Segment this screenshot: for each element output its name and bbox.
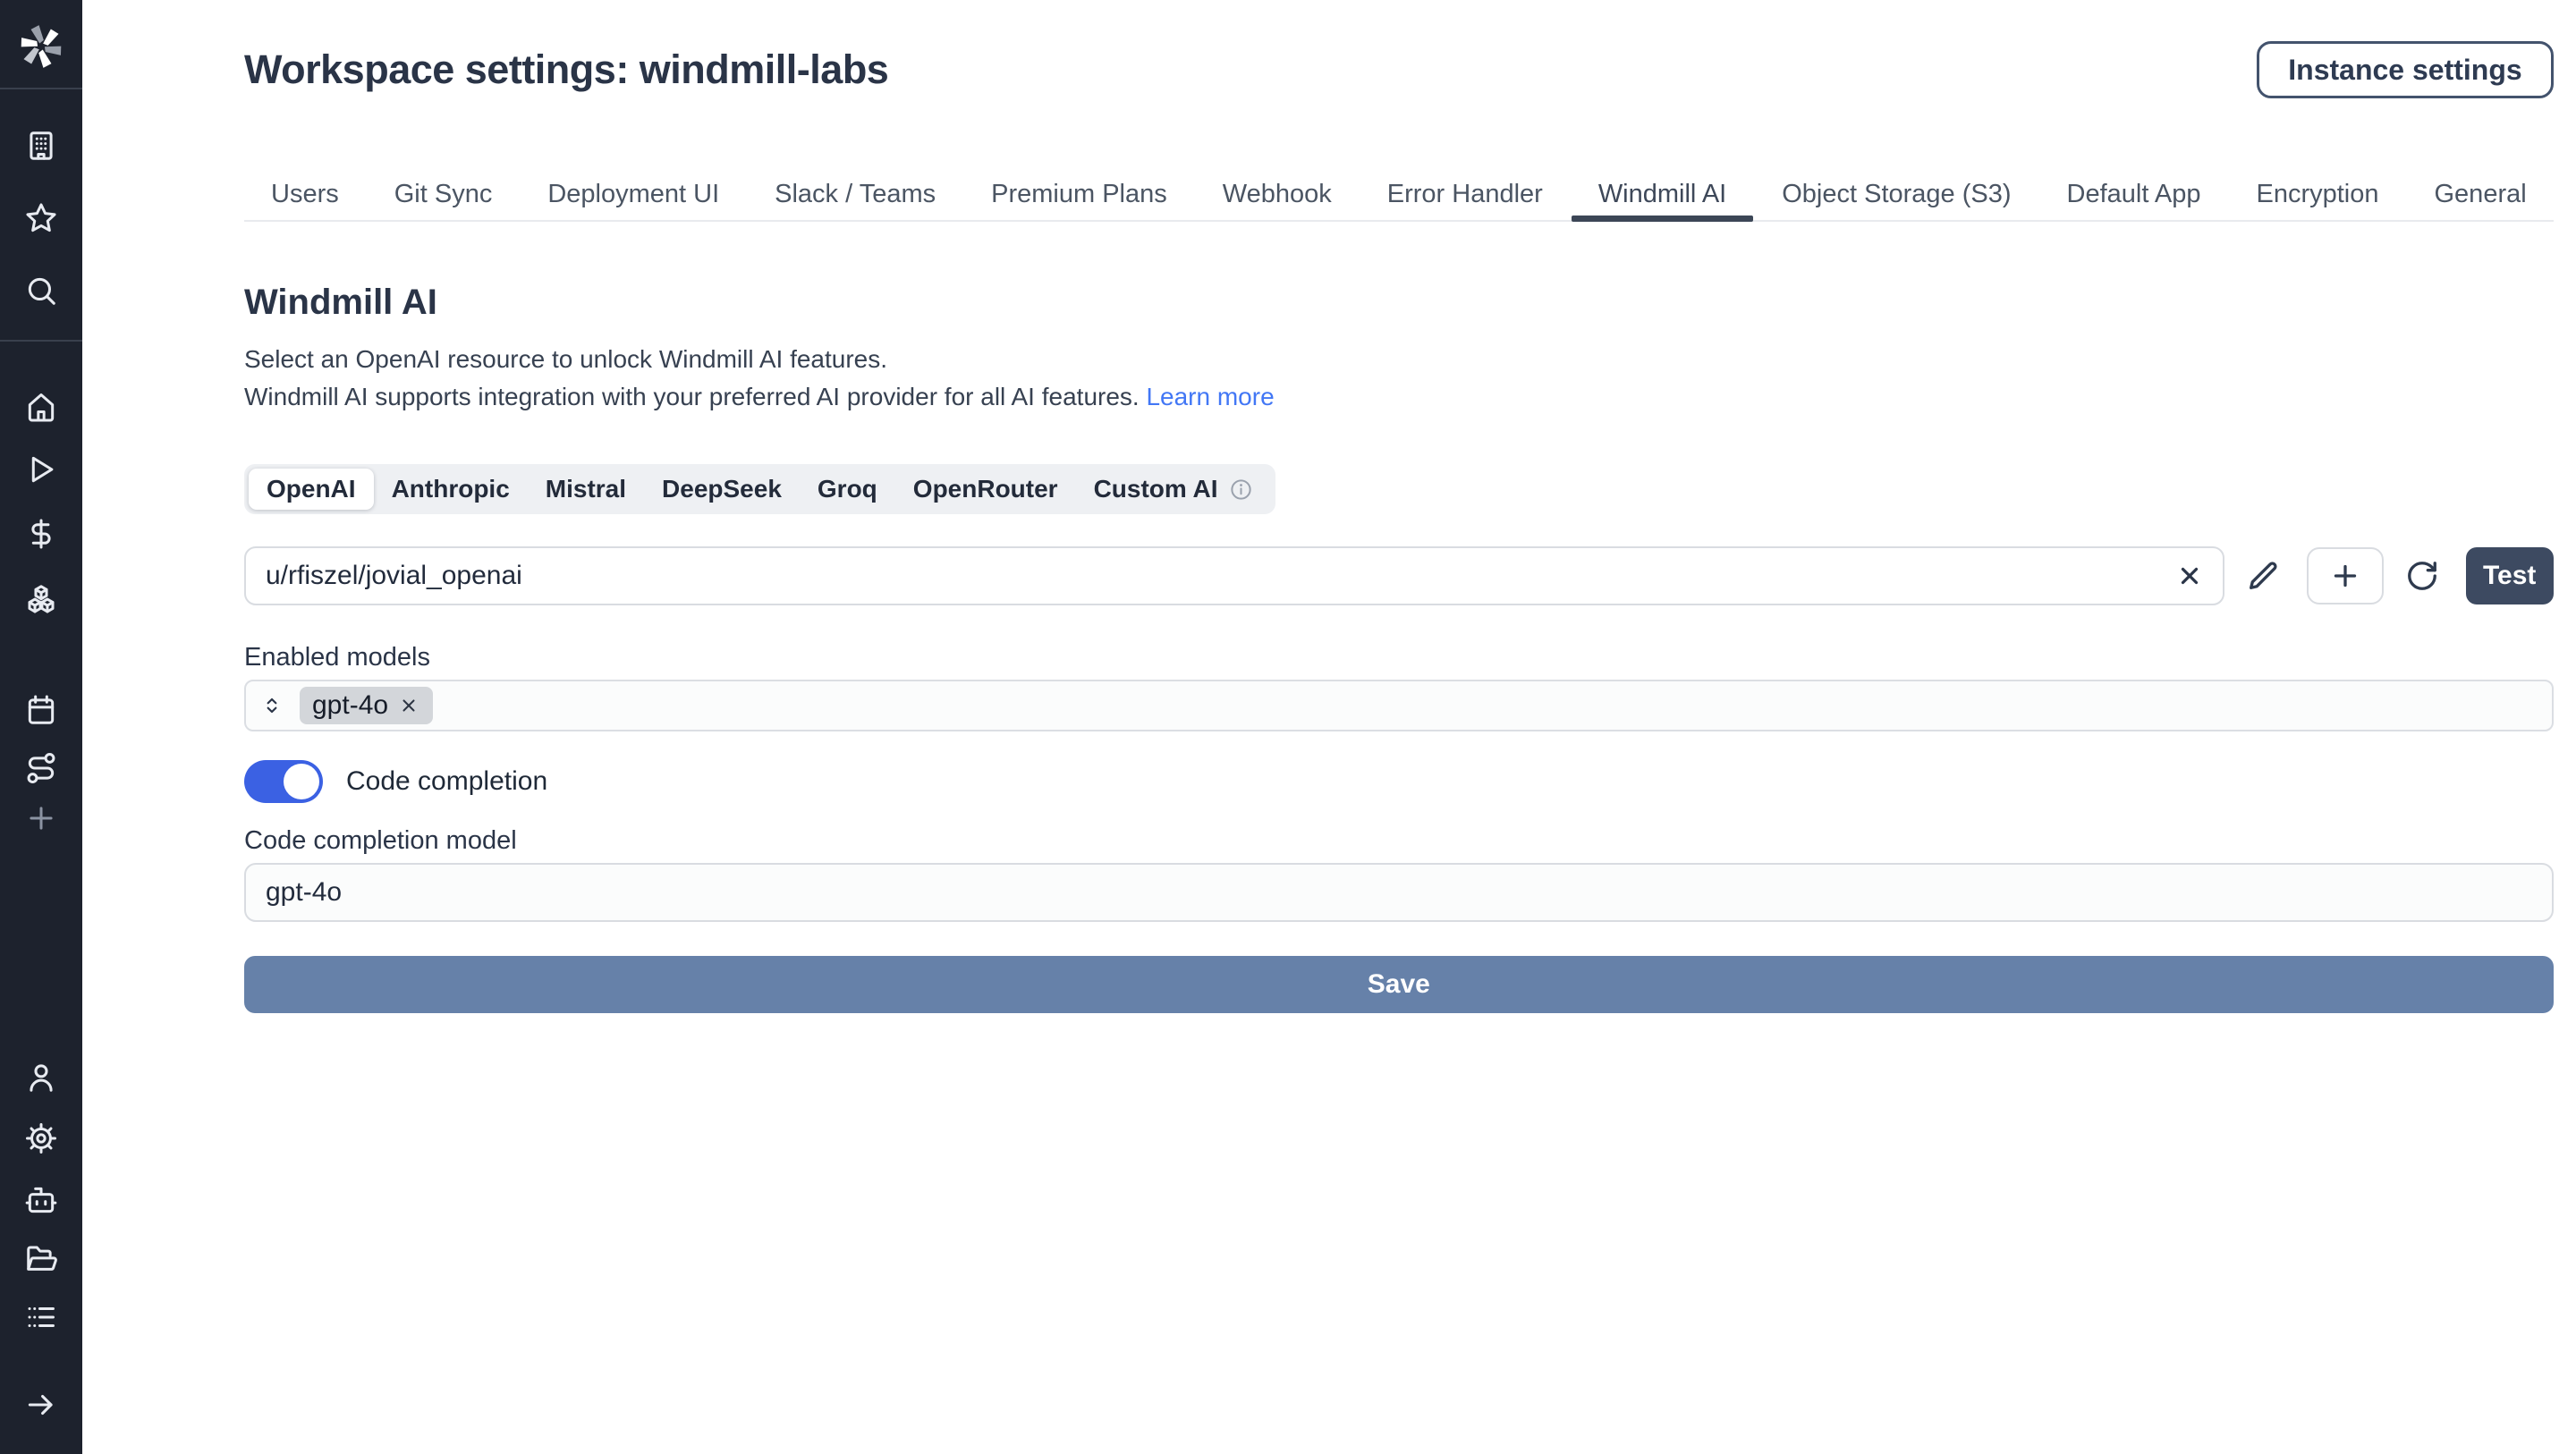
search-icon[interactable] [23,273,59,309]
provider-tab-label: Mistral [546,475,626,503]
provider-tab-anthropic[interactable]: Anthropic [374,469,528,510]
code-completion-label: Code completion [346,766,547,797]
tab-error-handler[interactable]: Error Handler [1360,168,1570,220]
sidebar-divider [0,88,82,89]
section-description: Select an OpenAI resource to unlock Wind… [244,341,2554,416]
tab-webhook[interactable]: Webhook [1196,168,1359,220]
tab-windmill-ai[interactable]: Windmill AI [1572,168,1753,220]
description-line-2: Windmill AI supports integration with yo… [244,378,2554,416]
add-resource-button[interactable] [2307,547,2384,604]
info-icon [1229,478,1253,502]
provider-tab-openai[interactable]: OpenAI [249,469,374,510]
provider-tab-label: OpenAI [267,475,356,503]
code-completion-model-input[interactable] [244,863,2554,922]
settings-tabs: UsersGit SyncDeployment UISlack / TeamsP… [244,168,2554,222]
usage-dollar-icon[interactable] [23,516,59,552]
toggle-knob [284,764,319,799]
tab-deployment-ui[interactable]: Deployment UI [521,168,746,220]
provider-tab-mistral[interactable]: Mistral [528,469,644,510]
clear-resource-icon[interactable] [2176,560,2208,592]
home-icon[interactable] [23,389,59,425]
provider-tab-label: OpenRouter [913,475,1058,503]
tab-git-sync[interactable]: Git Sync [368,168,520,220]
flows-route-icon[interactable] [23,750,59,786]
model-tag-gpt-4o: gpt-4o [300,687,433,724]
tab-general[interactable]: General [2408,168,2554,220]
enabled-models-label: Enabled models [244,643,2554,672]
tab-object-storage-s3[interactable]: Object Storage (S3) [1755,168,2038,220]
schedules-calendar-icon[interactable] [23,692,59,728]
resource-row: Test [244,546,2554,605]
refresh-icon[interactable] [2405,556,2445,596]
tab-default-app[interactable]: Default App [2040,168,2228,220]
workspace-icon[interactable] [23,128,59,164]
sidebar [0,0,82,1454]
provider-tabs: OpenAI Anthropic Mistral DeepSeek Groq OpenRo… [244,464,1275,514]
windmill-logo[interactable] [18,23,64,70]
audit-list-icon[interactable] [23,1299,59,1335]
enabled-models-multiselect[interactable]: gpt-4o [244,680,2554,731]
add-plus-icon[interactable] [23,800,59,836]
remove-tag-icon[interactable] [399,695,420,716]
tab-slack-teams[interactable]: Slack / Teams [748,168,962,220]
provider-tab-groq[interactable]: Groq [800,469,895,510]
edit-pencil-icon[interactable] [2246,556,2285,596]
provider-tab-custom-ai[interactable]: Custom AI [1076,469,1271,510]
provider-tab-openrouter[interactable]: OpenRouter [895,469,1076,510]
model-tags: gpt-4o [300,687,433,724]
section-heading: Windmill AI [244,283,2554,323]
provider-tab-deepseek[interactable]: DeepSeek [644,469,800,510]
favorites-star-icon[interactable] [23,200,59,236]
learn-more-link[interactable]: Learn more [1146,383,1274,410]
provider-tab-label: Custom AI [1094,475,1218,503]
tab-premium-plans[interactable]: Premium Plans [964,168,1194,220]
sidebar-divider [0,340,82,342]
provider-tab-label: Groq [818,475,877,503]
resource-input[interactable] [244,546,2224,605]
test-button[interactable]: Test [2466,547,2554,604]
save-button[interactable]: Save [244,956,2554,1013]
instance-settings-button[interactable]: Instance settings [2257,41,2553,98]
folders-icon[interactable] [23,1240,59,1276]
user-icon[interactable] [23,1060,59,1095]
workers-bot-icon[interactable] [23,1182,59,1218]
description-line-1: Select an OpenAI resource to unlock Wind… [244,341,2554,378]
model-tag-label: gpt-4o [312,690,388,721]
resource-input-wrap [244,546,2224,605]
code-completion-row: Code completion [244,760,2554,803]
collapse-arrow-right-icon[interactable] [23,1387,59,1423]
main-content: Workspace settings: windmill-labs Instan… [82,0,2576,1454]
page-title: Workspace settings: windmill-labs [244,46,888,93]
tab-users[interactable]: Users [244,168,366,220]
code-completion-model-label: Code completion model [244,826,2554,856]
runs-play-icon[interactable] [23,452,59,487]
resources-boxes-icon[interactable] [23,582,59,618]
tab-encryption[interactable]: Encryption [2229,168,2405,220]
provider-tab-label: DeepSeek [662,475,782,503]
provider-tab-label: Anthropic [392,475,510,503]
page-header: Workspace settings: windmill-labs Instan… [244,41,2554,98]
settings-gear-icon[interactable] [23,1120,59,1156]
code-completion-toggle[interactable] [244,760,323,803]
chevrons-up-down-icon [260,694,284,717]
